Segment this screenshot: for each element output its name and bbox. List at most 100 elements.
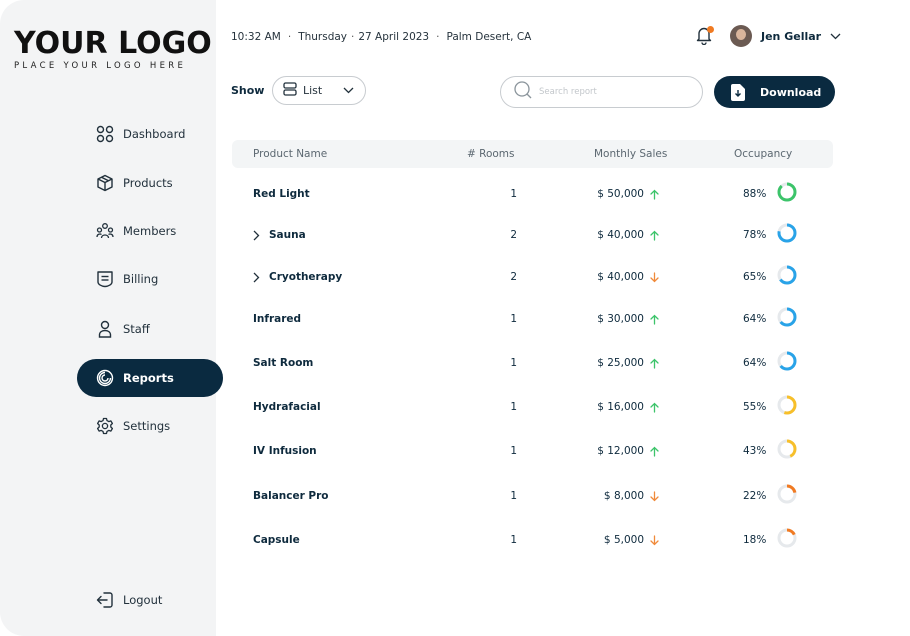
sidebar-item-staff[interactable]: Staff [77, 310, 223, 348]
sidebar-item-settings[interactable]: Settings [77, 407, 223, 445]
product-name-cell: Infrared [253, 313, 301, 325]
view-select[interactable]: List [272, 76, 366, 105]
column-header-monthly-sales[interactable]: Monthly Sales [594, 148, 667, 160]
arrow-up-icon [650, 446, 659, 457]
current-time: 10:32 AM [231, 31, 281, 43]
table-row[interactable]: Cryotherapy 2 $ 40,000 65% [232, 263, 833, 293]
sales-cell: $ 50,000 [597, 188, 659, 200]
logout-button[interactable]: Logout [95, 590, 162, 610]
table-row[interactable]: Infrared 1 $ 30,000 64% [232, 305, 833, 335]
product-name-cell: Cryotherapy [253, 271, 342, 283]
sales-value: $ 25,000 [597, 357, 644, 369]
table-row[interactable]: Hydrafacial 1 $ 16,000 55% [232, 393, 833, 423]
product-name: Infrared [253, 313, 302, 325]
sidebar-item-label: Billing [123, 272, 159, 286]
date-time-location: 10:32 AM · Thursday · 27 April 2023 · Pa… [231, 28, 531, 46]
sidebar-item-reports[interactable]: Reports [77, 359, 223, 397]
rooms-cell: 1 [510, 490, 517, 502]
occupancy-ring [777, 395, 797, 415]
occupancy-value: 88% [743, 188, 767, 200]
product-name: Sauna [269, 229, 306, 241]
rooms-cell: 1 [510, 313, 517, 325]
reports-table: Product Name # Rooms Monthly Sales Occup… [232, 140, 833, 548]
column-header-occupancy[interactable]: Occupancy [734, 148, 792, 160]
rooms-cell: 1 [510, 445, 517, 457]
sidebar: YOUR LOGO PLACE YOUR LOGO HERE Dashboard… [0, 0, 223, 636]
chevron-right-icon[interactable] [253, 230, 265, 241]
download-button[interactable]: Download [714, 76, 835, 108]
table-row[interactable]: IV Infusion 1 $ 12,000 43% [232, 437, 833, 467]
logo-text: YOUR LOGO [14, 26, 212, 61]
column-header-rooms[interactable]: # Rooms [467, 148, 515, 160]
rooms-cell: 1 [510, 401, 517, 413]
occupancy-value: 55% [743, 401, 767, 413]
sidebar-item-products[interactable]: Products [77, 164, 223, 202]
occupancy-ring [777, 223, 797, 243]
table-row[interactable]: Salt Room 1 $ 25,000 64% [232, 349, 833, 379]
product-name: Capsule [253, 534, 300, 546]
sales-value: $ 12,000 [597, 445, 644, 457]
notifications-button[interactable] [695, 25, 715, 47]
sales-value: $ 30,000 [597, 313, 644, 325]
product-name-cell: Balancer Pro [253, 490, 329, 502]
product-name-cell: Hydrafacial [253, 401, 321, 413]
occupancy-ring [777, 528, 797, 548]
sidebar-item-label: Members [123, 224, 177, 238]
separator-dot: · [436, 31, 440, 43]
notification-dot [707, 26, 714, 33]
sales-value: $ 50,000 [597, 188, 644, 200]
product-name: IV Infusion [253, 445, 317, 457]
sidebar-item-label: Staff [123, 322, 150, 336]
rooms-cell: 2 [510, 229, 517, 241]
table-row[interactable]: Sauna 2 $ 40,000 78% [232, 221, 833, 251]
occupancy-ring [777, 307, 797, 327]
sidebar-item-dashboard[interactable]: Dashboard [77, 115, 223, 153]
occupancy-value: 64% [743, 357, 767, 369]
arrow-up-icon [650, 314, 659, 325]
product-name: Hydrafacial [253, 401, 321, 413]
occupancy-value: 43% [743, 445, 767, 457]
rooms-cell: 1 [510, 357, 517, 369]
table-row[interactable]: Balancer Pro 1 $ 8,000 22% [232, 482, 833, 512]
table-header: Product Name # Rooms Monthly Sales Occup… [232, 140, 833, 168]
sales-value: $ 5,000 [603, 534, 644, 546]
table-row[interactable]: Red Light 1 $ 50,000 88% [232, 180, 833, 210]
sales-cell: $ 30,000 [597, 313, 659, 325]
occupancy-ring [777, 484, 797, 504]
arrow-down-icon [650, 490, 659, 502]
chevron-right-icon[interactable] [253, 272, 265, 283]
sales-cell: $ 16,000 [597, 401, 659, 413]
table-row[interactable]: Capsule 1 $ 5,000 18% [232, 526, 833, 556]
arrow-down-icon [650, 271, 659, 283]
download-label: Download [760, 85, 822, 99]
current-day: Thursday [298, 31, 348, 43]
occupancy-value: 22% [743, 490, 767, 502]
sales-cell: $ 40,000 [597, 229, 659, 241]
product-name-cell: IV Infusion [253, 445, 317, 457]
location: Palm Desert, CA [446, 31, 532, 43]
occupancy-value: 78% [743, 229, 767, 241]
file-download-icon [731, 83, 745, 101]
rooms-cell: 2 [510, 271, 517, 283]
column-header-product-name[interactable]: Product Name [253, 148, 327, 160]
rooms-cell: 1 [510, 534, 517, 546]
user-menu[interactable]: Jen Gellar [730, 25, 841, 47]
sidebar-item-members[interactable]: Members [77, 212, 223, 250]
logout-icon [95, 590, 115, 610]
arrow-up-icon [650, 402, 659, 413]
product-name-cell: Red Light [253, 188, 310, 200]
sidebar-item-billing[interactable]: Billing [77, 260, 223, 298]
current-date: 27 April 2023 [358, 31, 430, 43]
search-input[interactable] [539, 87, 689, 97]
product-name: Balancer Pro [253, 490, 329, 502]
billing-icon [95, 269, 115, 289]
search-box[interactable] [500, 76, 703, 108]
arrow-down-icon [650, 534, 659, 546]
members-icon [95, 221, 115, 241]
sidebar-item-label: Settings [123, 419, 171, 433]
occupancy-value: 65% [743, 271, 767, 283]
sales-value: $ 40,000 [597, 271, 644, 283]
person-icon [95, 319, 115, 339]
logo-tagline: PLACE YOUR LOGO HERE [14, 61, 187, 71]
sales-cell: $ 12,000 [597, 445, 659, 457]
